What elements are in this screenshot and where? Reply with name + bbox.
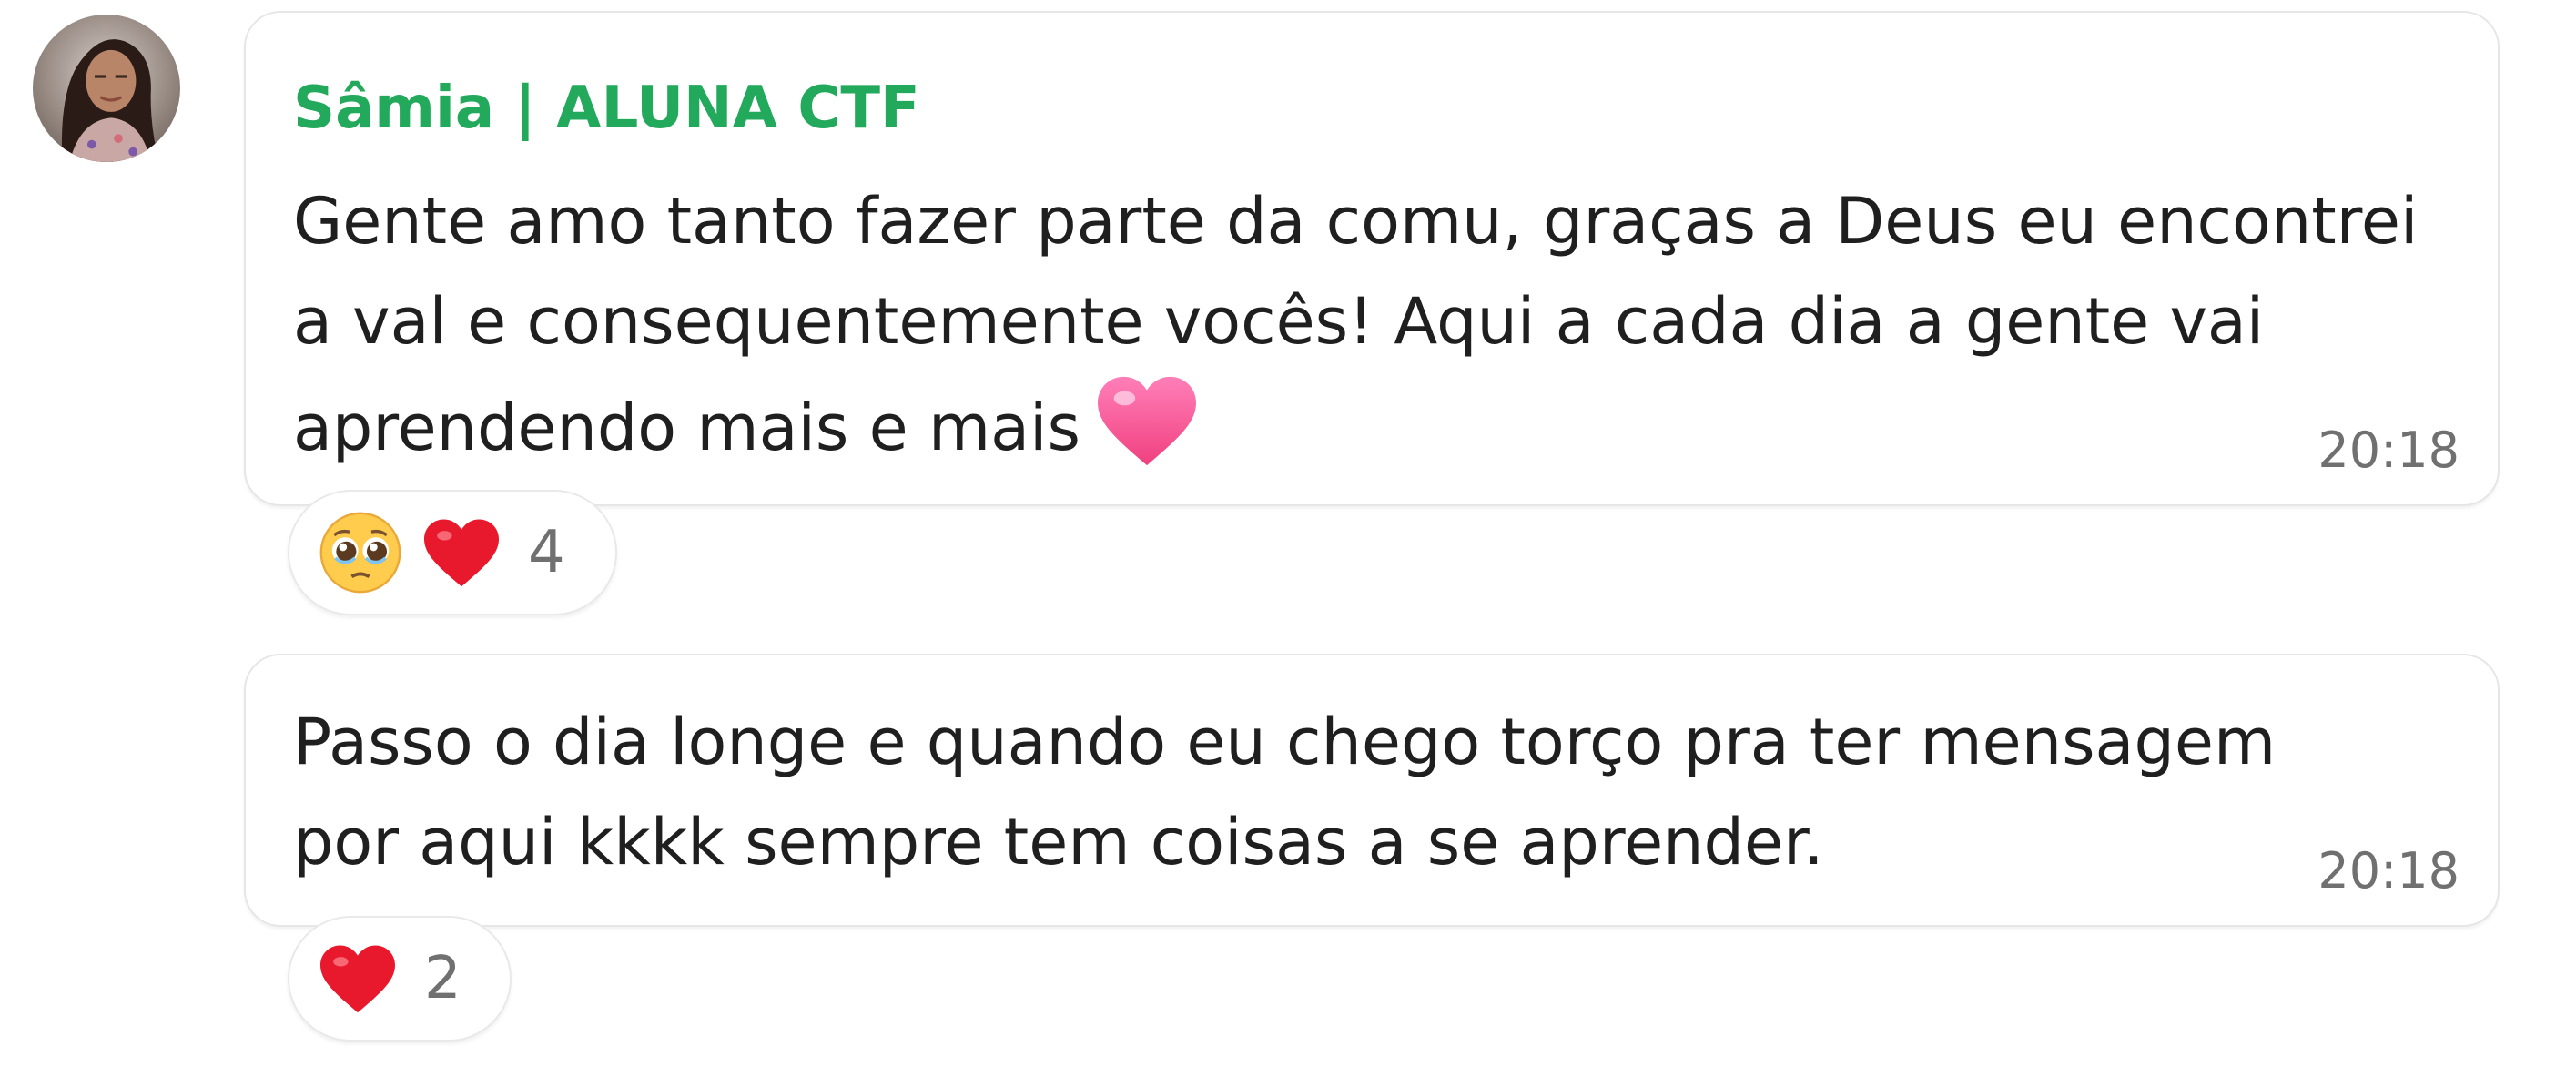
- reaction-count: 2: [424, 945, 461, 1012]
- red-heart-icon[interactable]: [421, 515, 502, 590]
- sender-avatar[interactable]: [33, 15, 180, 162]
- pleading-face-icon[interactable]: [317, 509, 404, 596]
- avatar-photo: [33, 15, 180, 162]
- message-timestamp: 20:18: [2317, 842, 2459, 899]
- pink-heart-icon: [1097, 376, 1196, 466]
- message-timestamp: 20:18: [2317, 422, 2459, 479]
- chat-thread: Sâmia | ALUNA CTF Gente amo tanto fazer …: [0, 0, 2576, 1067]
- reactions-bar[interactable]: 2: [288, 916, 512, 1042]
- red-heart-icon[interactable]: [317, 941, 399, 1016]
- message-line: por aqui kkkk sempre tem coisas a se apr…: [293, 805, 1824, 879]
- reaction-count: 4: [528, 519, 565, 586]
- message-bubble[interactable]: Sâmia | ALUNA CTF Gente amo tanto fazer …: [244, 11, 2500, 506]
- message-line: Passo o dia longe e quando eu chego torç…: [293, 705, 2277, 779]
- sender-name[interactable]: Sâmia | ALUNA CTF: [293, 75, 920, 142]
- message-bubble[interactable]: Passo o dia longe e quando eu chego torç…: [244, 654, 2500, 927]
- reactions-bar[interactable]: 4: [288, 490, 617, 615]
- message-line-text: aprendendo mais e mais: [293, 391, 1080, 465]
- message-line: a val e consequentemente vocês! Aqui a c…: [293, 284, 2265, 359]
- message-text: Passo o dia longe e quando eu chego torç…: [293, 692, 2343, 892]
- message-text: Gente amo tanto fazer parte da comu, gra…: [293, 171, 2419, 478]
- message-line: aprendendo mais e mais: [293, 371, 2343, 478]
- message-line: Gente amo tanto fazer parte da comu, gra…: [293, 184, 2419, 259]
